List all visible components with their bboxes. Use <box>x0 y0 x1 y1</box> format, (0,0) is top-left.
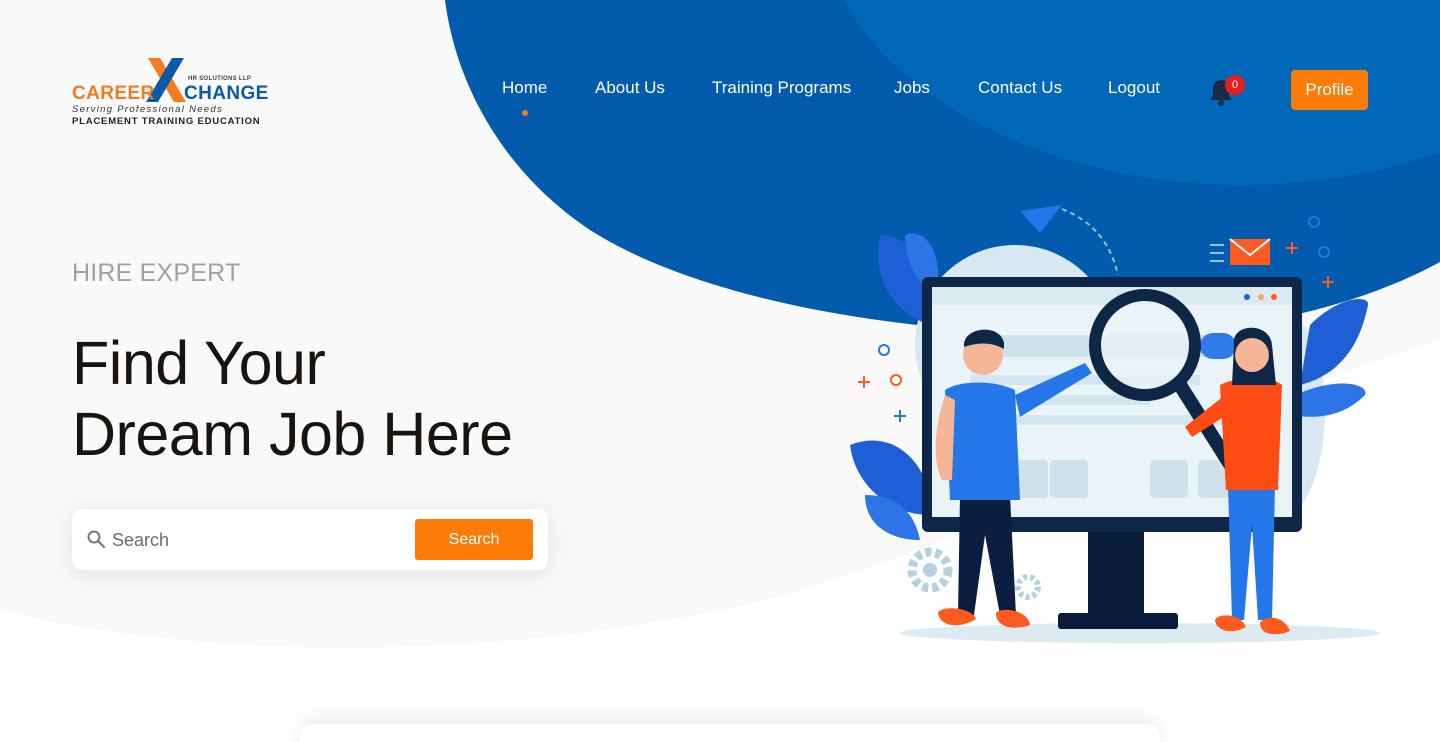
nav-item-label: Training Programs <box>712 78 852 97</box>
nav-item-contact-us[interactable]: Contact Us <box>978 78 1062 98</box>
logo-tagline: Serving Professional Needs <box>72 104 224 115</box>
content-card-edge <box>300 724 1160 742</box>
logo-word-change: CHANGE <box>184 83 269 104</box>
screen-searchbar-button <box>1200 333 1236 359</box>
nav-item-label: Jobs <box>894 78 930 97</box>
leaf-right-top <box>1300 299 1369 385</box>
nav-item-label: Logout <box>1108 78 1160 97</box>
gear-small <box>1015 574 1041 600</box>
profile-button[interactable]: Profile <box>1291 70 1368 110</box>
active-indicator-dot <box>521 110 528 116</box>
nav-item-logout[interactable]: Logout <box>1108 78 1160 98</box>
logo-services: PLACEMENT TRAINING EDUCATION <box>72 116 261 127</box>
woman-top <box>1220 377 1282 490</box>
search-button[interactable]: Search <box>415 519 533 560</box>
woman-legs <box>1228 485 1275 620</box>
nav-item-label: Home <box>502 78 548 97</box>
gear-large-hub <box>923 563 937 577</box>
monitor-base <box>1058 613 1178 629</box>
woman-head <box>1235 338 1269 372</box>
search-input[interactable] <box>112 522 402 558</box>
nav-item-jobs[interactable]: Jobs <box>894 78 930 98</box>
logo-suffix: HR SOLUTIONS LLP <box>188 76 252 82</box>
logo-word-career: CAREER <box>72 83 155 104</box>
brand-logo[interactable]: HR SOLUTIONS LLP CAREER CHANGE Serving P… <box>70 56 270 130</box>
man-legs <box>958 495 1016 615</box>
paper-plane-icon <box>1020 205 1062 233</box>
man-shirt <box>945 382 1020 500</box>
nav-item-label: About Us <box>595 78 665 97</box>
nav-item-label: Contact Us <box>978 78 1063 97</box>
search-icon <box>87 530 106 549</box>
headline-line-1: Find Your <box>72 329 326 397</box>
hero-illustration <box>850 205 1380 643</box>
notifications-button[interactable]: 0 <box>1208 75 1246 106</box>
nav-item-training-programs[interactable]: Training Programs <box>712 78 851 98</box>
nav-item-home[interactable]: Home <box>502 78 548 116</box>
job-search-box: Search <box>72 509 548 570</box>
monitor-neck <box>1088 530 1144 620</box>
hero-eyebrow: HIRE EXPERT <box>72 259 241 287</box>
headline-line-2: Dream Job Here <box>72 400 513 468</box>
hero-headline: Find Your Dream Job Here <box>72 328 513 470</box>
notification-count-badge: 0 <box>1225 75 1245 95</box>
nav-item-about-us[interactable]: About Us <box>595 78 665 98</box>
